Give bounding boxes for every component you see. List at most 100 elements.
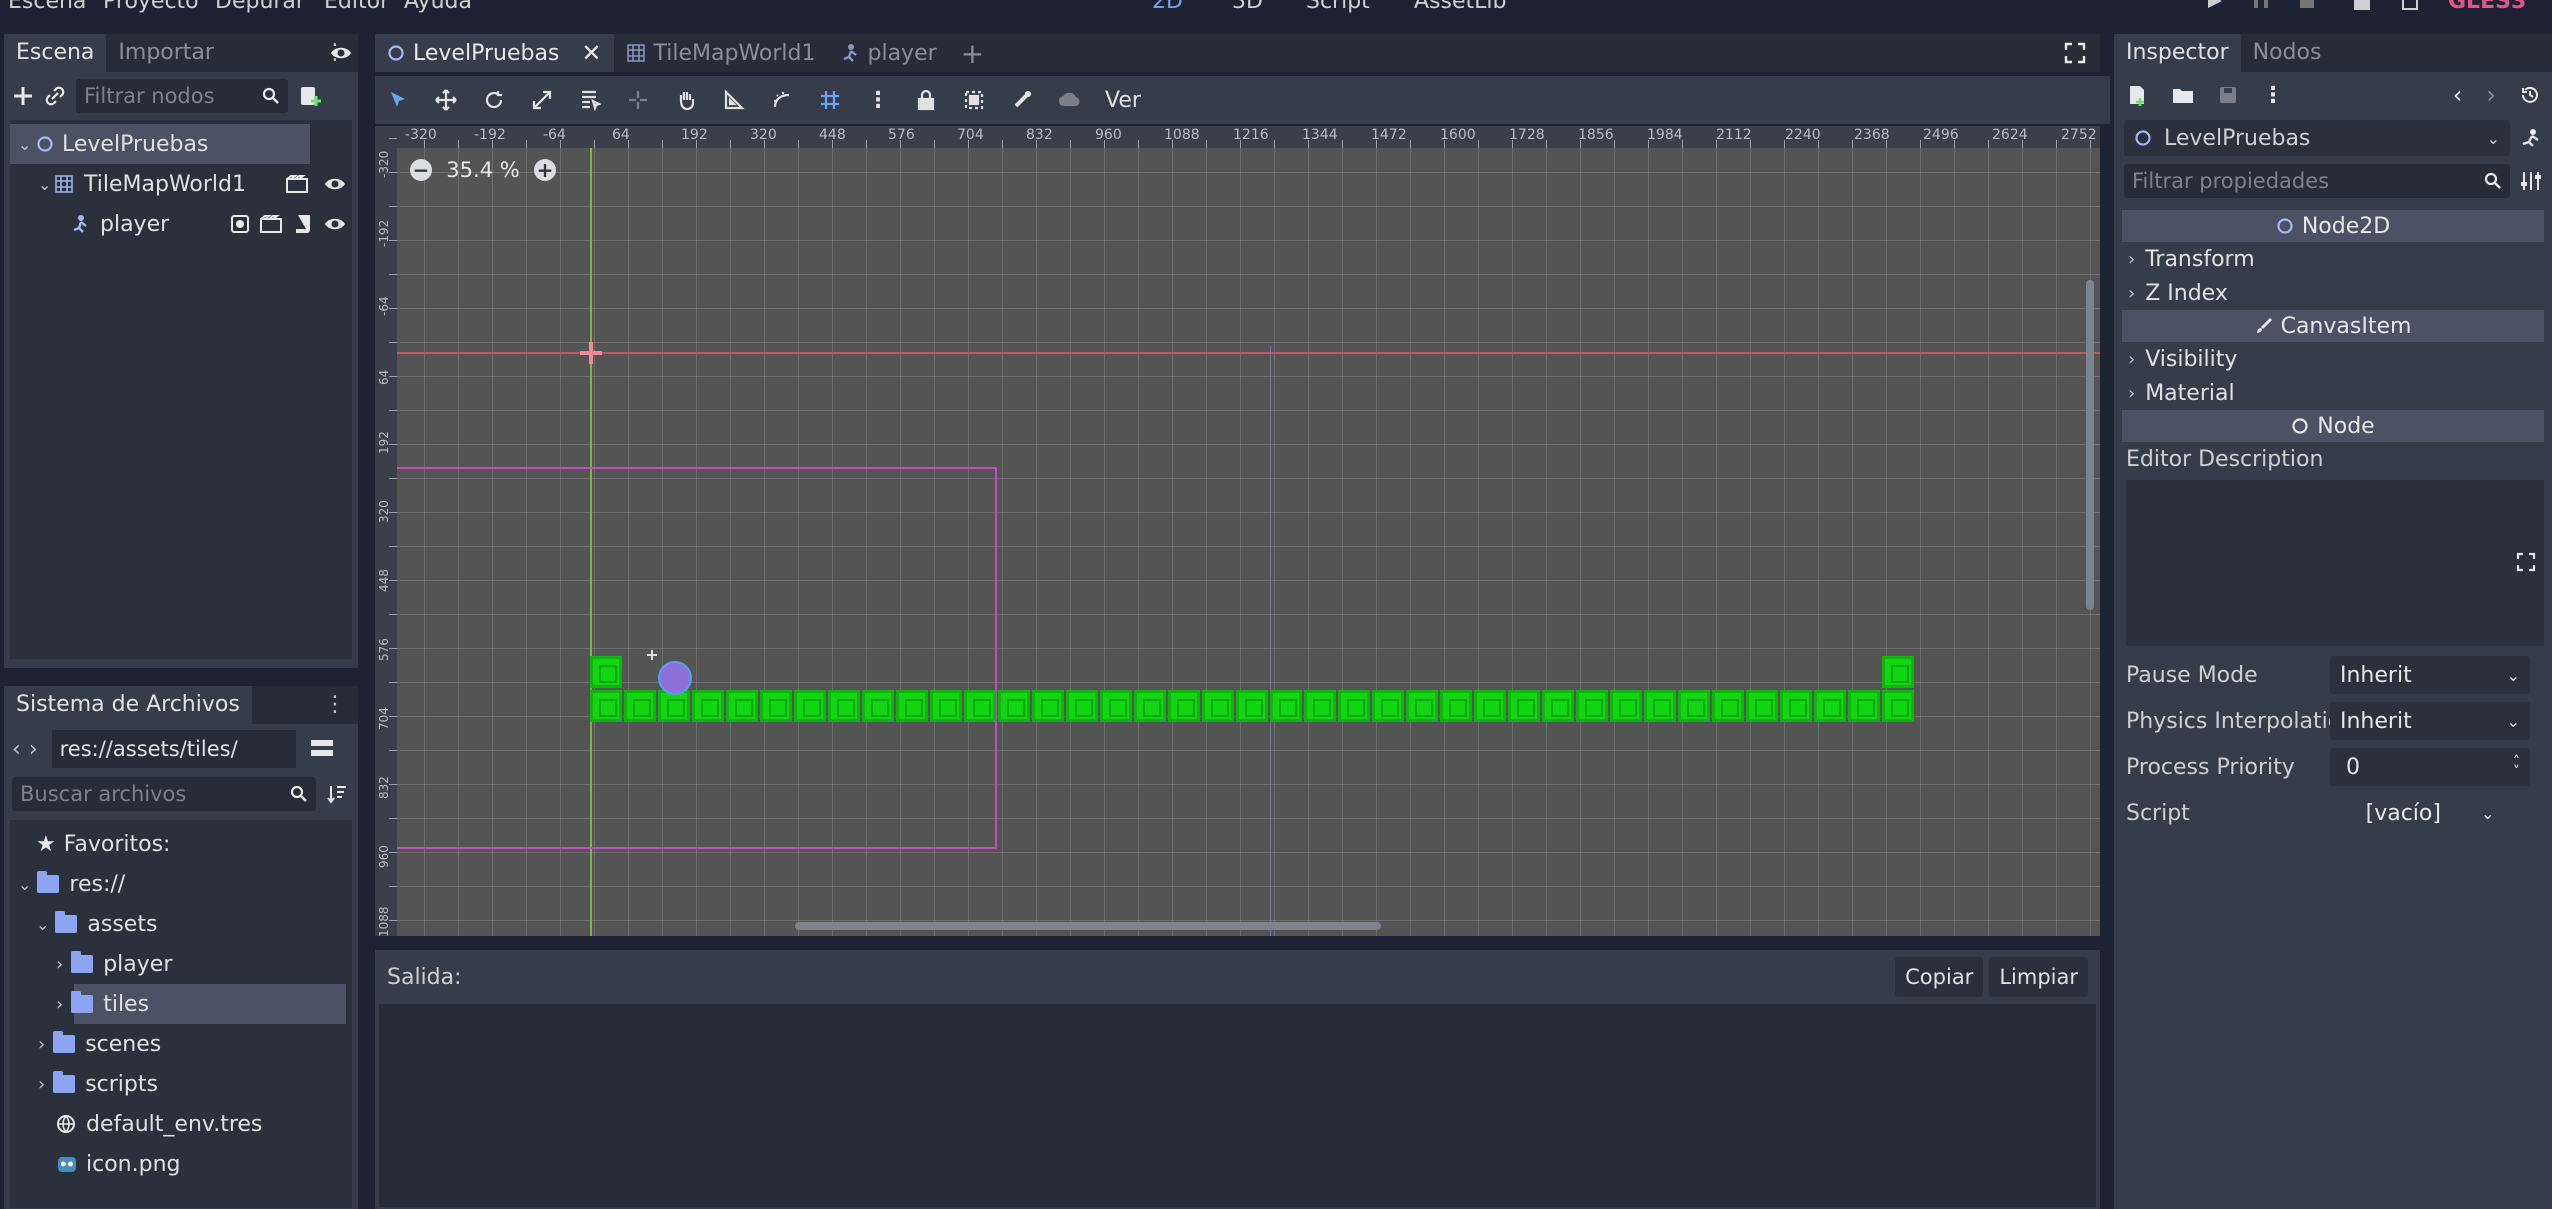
chevron-right-icon[interactable]: › [38,1034,45,1055]
smart-snap-icon[interactable] [769,87,795,113]
clear-button[interactable]: Limpiar [1989,957,2088,997]
scale-tool-icon[interactable] [529,87,555,113]
attach-script-icon[interactable] [298,84,322,108]
play-custom-scene-icon[interactable] [2402,0,2418,10]
signals-icon[interactable] [230,214,250,234]
lock-icon[interactable] [913,87,939,113]
expand-icon[interactable] [2516,552,2536,572]
fs-item-scripts[interactable]: › scripts [10,1064,352,1104]
group-icon[interactable] [961,87,987,113]
forward-arrow-icon[interactable]: › [29,737,38,762]
fs-item-default-env[interactable]: default_env.tres [10,1104,352,1144]
history-icon[interactable] [2520,85,2540,105]
copy-button[interactable]: Copiar [1895,957,1984,997]
close-tab-icon[interactable]: ✕ [581,39,601,67]
object-properties-icon[interactable] [2520,127,2542,149]
fs-item-res[interactable]: ⌄ res:// [10,864,352,904]
fs-item-player[interactable]: › player [10,944,352,984]
fs-item-icon-png[interactable]: icon.png [10,1144,352,1184]
menu-ayuda[interactable]: Ayuda [404,0,472,14]
chevron-right-icon[interactable]: › [56,994,63,1015]
eye-visible-icon[interactable] [324,175,346,193]
filter-properties-input[interactable]: Filtrar propiedades [2124,164,2510,198]
open-scene-icon[interactable] [286,175,308,193]
group-transform[interactable]: › Transform [2114,242,2552,276]
history-forward-icon[interactable]: › [2486,81,2496,109]
dock-menu-icon[interactable]: ⋮ [312,686,358,724]
canvas-viewport[interactable] [375,126,2100,936]
split-view-icon[interactable] [310,738,334,760]
group-material[interactable]: › Material [2114,376,2552,410]
cloud-icon[interactable] [1057,87,1083,113]
new-resource-icon[interactable] [2126,84,2148,106]
snap-options-icon[interactable]: ⋮ [865,87,891,113]
move-tool-icon[interactable] [433,87,459,113]
fullscreen-icon[interactable] [2064,42,2086,64]
new-tab-button[interactable]: + [949,34,996,72]
sort-icon[interactable] [326,783,348,805]
add-node-icon[interactable] [12,85,34,107]
tab-inspector[interactable]: Inspector [2114,34,2241,72]
output-log[interactable] [379,1004,2096,1207]
script-icon[interactable] [294,214,312,234]
save-icon[interactable] [2218,85,2238,105]
stop-icon[interactable] [2300,0,2314,8]
mode-2d-button[interactable]: 2D [1152,0,1183,14]
fs-item-scenes[interactable]: › scenes [10,1024,352,1064]
list-select-icon[interactable] [577,87,603,113]
instance-scene-icon[interactable] [44,85,66,107]
tab-escena[interactable]: Escena [4,34,107,72]
grid-snap-icon[interactable] [817,87,843,113]
filter-nodes-input[interactable]: Filtrar nodos [76,79,288,113]
mode-assetlib-button[interactable]: AssetLib [1414,0,1506,14]
pivot-tool-icon[interactable] [625,87,651,113]
fs-item-tiles[interactable]: › tiles [10,984,352,1024]
play-icon[interactable] [2208,0,2222,8]
object-dropdown[interactable]: LevelPruebas ⌄ [2124,120,2510,156]
chevron-right-icon[interactable]: › [38,1074,45,1095]
mode-3d-button[interactable]: 3D [1232,0,1263,14]
menu-depurar[interactable]: Depurar [215,0,305,14]
tree-node-player[interactable]: player [10,204,352,244]
rotate-tool-icon[interactable] [481,87,507,113]
vertical-scrollbar[interactable] [2086,280,2094,610]
property-settings-icon[interactable] [2520,170,2542,192]
tab-player[interactable]: player [828,34,949,72]
tab-sistema-archivos[interactable]: Sistema de Archivos [4,686,252,724]
menu-editor[interactable]: Editor [324,0,389,14]
horizontal-scrollbar[interactable] [795,922,1381,930]
zoom-in-button[interactable]: + [534,159,556,181]
tree-node-tilemapworld1[interactable]: ⌄ TileMapWorld1 [10,164,352,204]
pan-tool-icon[interactable] [673,87,699,113]
physics-interpolation-select[interactable]: Inherit ⌄ [2330,702,2530,740]
menu-escena[interactable]: Escena [8,0,86,14]
back-arrow-icon[interactable]: ‹ [12,737,21,762]
tab-levelpruebas[interactable]: LevelPruebas ✕ [375,34,614,72]
chevron-down-icon[interactable]: ⌄ [18,135,31,154]
open-scene-icon[interactable] [260,215,282,233]
ruler-tool-icon[interactable] [721,87,747,113]
fs-item-favoritos[interactable]: ★ Favoritos: [10,824,352,864]
group-visibility[interactable]: › Visibility [2114,342,2552,376]
chevron-down-icon[interactable]: ⌄ [18,875,31,894]
group-z-index[interactable]: › Z Index [2114,276,2552,310]
spin-arrows-icon[interactable]: ˄ ˅ [2513,755,2520,779]
player-sprite[interactable] [658,661,692,695]
menu-proyecto[interactable]: Proyecto [103,0,199,14]
skeleton-icon[interactable] [1009,87,1035,113]
select-tool-icon[interactable] [385,87,411,113]
view-menu-button[interactable]: Ver [1105,88,1141,113]
tree-node-levelpruebas[interactable]: ⌄ LevelPruebas [10,124,310,164]
eye-visible-icon[interactable] [324,215,346,233]
fs-item-assets[interactable]: ⌄ assets [10,904,352,944]
chevron-down-icon[interactable]: ⌄ [38,175,51,194]
more-options-icon[interactable]: ⋮ [2262,83,2284,108]
path-input[interactable]: res://assets/tiles/ [51,730,296,768]
eye-visible-icon[interactable] [330,44,352,62]
tab-tilemapworld1[interactable]: TileMapWorld1 [614,34,828,72]
tab-importar[interactable]: Importar [106,34,226,72]
history-back-icon[interactable]: ‹ [2453,81,2463,109]
chevron-right-icon[interactable]: › [56,954,63,975]
zoom-level[interactable]: 35.4 % [446,158,520,182]
chevron-down-icon[interactable]: ⌄ [36,915,49,934]
